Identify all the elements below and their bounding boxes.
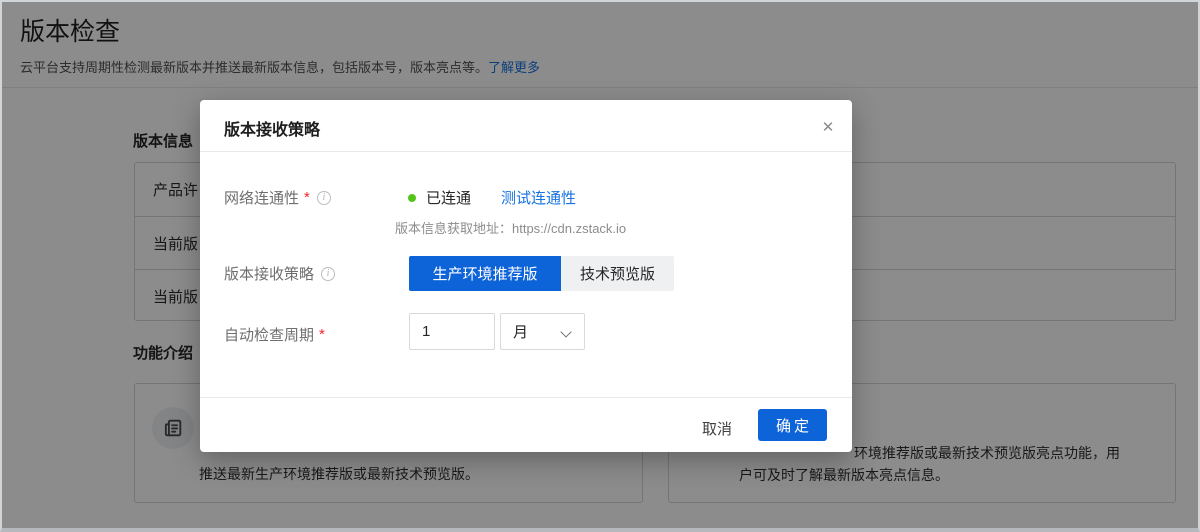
period-unit-select[interactable]: 月 (500, 313, 585, 350)
reception-policy-label: 版本接收策略 i (224, 263, 335, 284)
info-icon[interactable]: i (317, 191, 331, 205)
test-connectivity-link[interactable]: 测试连通性 (501, 187, 576, 208)
chevron-down-icon (560, 326, 571, 337)
info-icon[interactable]: i (321, 267, 335, 281)
ok-button[interactable]: 确定 (758, 409, 827, 441)
required-asterisk: * (319, 326, 325, 343)
policy-option-preview-button[interactable]: 技术预览版 (561, 256, 674, 291)
period-value-input[interactable] (409, 313, 495, 350)
version-policy-modal: 版本接收策略 ✕ 网络连通性 * i 已连通 测试连通性 版本信息获取地址：ht… (200, 100, 852, 452)
reception-policy-label-text: 版本接收策略 (224, 263, 314, 284)
app-window: 版本检查 云平台支持周期性检测最新版本并推送最新版本信息，包括版本号，版本亮点等… (0, 0, 1200, 532)
cancel-button[interactable]: 取消 (696, 416, 738, 441)
policy-option-production-button[interactable]: 生产环境推荐版 (409, 256, 561, 291)
auto-check-period-label-text: 自动检查周期 (224, 324, 314, 345)
connectivity-status-text: 已连通 (426, 187, 471, 208)
modal-footer: 取消 确定 (200, 397, 852, 452)
modal-title: 版本接收策略 (224, 116, 320, 140)
required-asterisk: * (304, 189, 310, 206)
network-connectivity-label: 网络连通性 * i (224, 187, 331, 208)
network-connectivity-label-text: 网络连通性 (224, 187, 299, 208)
version-source-helper-text: 版本信息获取地址：https://cdn.zstack.io (395, 218, 626, 237)
modal-header: 版本接收策略 ✕ (200, 100, 852, 152)
auto-check-period-label: 自动检查周期 * (224, 324, 325, 345)
connectivity-status: 已连通 测试连通性 (408, 187, 576, 208)
close-icon[interactable]: ✕ (816, 115, 840, 139)
connected-dot-icon (408, 194, 416, 202)
policy-toggle-group: 生产环境推荐版 技术预览版 (409, 256, 674, 291)
period-unit-value: 月 (513, 321, 528, 342)
